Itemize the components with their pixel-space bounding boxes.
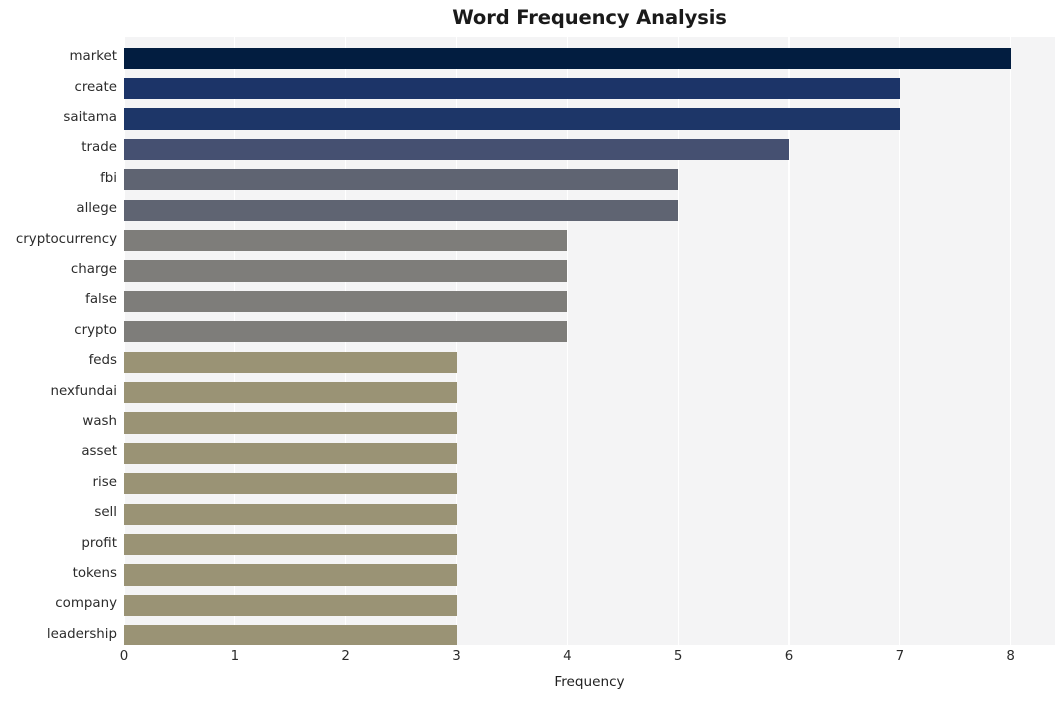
y-tick-label-crypto: crypto bbox=[74, 322, 117, 338]
bar-company bbox=[124, 594, 457, 617]
bar-trade bbox=[124, 138, 789, 161]
x-axis-tick-labels: 0 1 2 3 4 5 6 7 8 bbox=[0, 649, 1064, 671]
bar-row bbox=[124, 77, 1055, 100]
x-tick-label-7: 7 bbox=[895, 649, 905, 664]
bar-sell bbox=[124, 503, 457, 525]
bar-profit bbox=[124, 533, 457, 556]
bar-row bbox=[124, 199, 1055, 221]
y-tick-label-trade: trade bbox=[81, 140, 117, 156]
y-tick-label-tokens: tokens bbox=[72, 566, 117, 581]
x-tick-label-1: 1 bbox=[230, 649, 240, 664]
bar-row bbox=[124, 351, 1055, 373]
bar-row bbox=[124, 169, 1055, 191]
plot-area bbox=[124, 37, 1055, 645]
bar-row bbox=[124, 47, 1055, 69]
bar-row bbox=[124, 503, 1055, 525]
bar-row bbox=[124, 290, 1055, 313]
x-tick-label-8: 8 bbox=[1006, 649, 1015, 664]
x-tick-label-6: 6 bbox=[784, 649, 794, 664]
bar-allege bbox=[124, 199, 679, 221]
y-tick-label-charge: charge bbox=[70, 262, 117, 277]
bar-row bbox=[124, 229, 1055, 252]
y-tick-label-cryptocurrency: cryptocurrency bbox=[15, 231, 117, 247]
y-tick-label-feds: feds bbox=[88, 353, 117, 369]
bar-row bbox=[124, 442, 1055, 465]
y-tick-label-profit: profit bbox=[81, 535, 117, 551]
bar-row bbox=[124, 138, 1055, 161]
bar-row bbox=[124, 412, 1055, 434]
bar-cryptocurrency bbox=[124, 229, 568, 252]
y-tick-label-rise: rise bbox=[92, 474, 117, 490]
bar-row bbox=[124, 594, 1055, 617]
bar-row bbox=[124, 564, 1055, 586]
bar-row bbox=[124, 321, 1055, 343]
x-tick-label-5: 5 bbox=[673, 649, 683, 664]
bar-crypto bbox=[124, 321, 568, 343]
y-axis-tick-labels: market create saitama trade fbi allege cryptoc… bbox=[0, 37, 117, 645]
bar-row bbox=[124, 625, 1055, 645]
bar-create bbox=[124, 77, 900, 100]
y-tick-label-fbi: fbi bbox=[100, 170, 117, 186]
y-tick-label-sell: sell bbox=[94, 505, 117, 521]
bar-row bbox=[124, 381, 1055, 404]
bar-row bbox=[124, 108, 1055, 130]
y-tick-label-create: create bbox=[74, 79, 117, 95]
x-tick-label-3: 3 bbox=[452, 649, 461, 664]
bar-rise bbox=[124, 473, 457, 495]
bar-feds bbox=[124, 351, 457, 373]
bar-series bbox=[124, 37, 1055, 645]
bar-nexfundai bbox=[124, 381, 457, 404]
y-tick-label-nexfundai: nexfundai bbox=[50, 383, 117, 399]
bar-row bbox=[124, 260, 1055, 282]
chart-title: Word Frequency Analysis bbox=[452, 6, 727, 29]
bar-saitama bbox=[124, 108, 900, 130]
bar-false bbox=[124, 290, 568, 313]
y-tick-label-market: market bbox=[69, 49, 117, 65]
bar-asset bbox=[124, 442, 457, 465]
y-tick-label-saitama: saitama bbox=[63, 110, 117, 125]
bar-wash bbox=[124, 412, 457, 434]
bar-charge bbox=[124, 260, 568, 282]
x-tick-label-0: 0 bbox=[119, 649, 129, 664]
bar-row bbox=[124, 473, 1055, 495]
bar-row bbox=[124, 533, 1055, 556]
figure-canvas: Word Frequency Analysis market create sait… bbox=[0, 0, 1064, 701]
x-axis-label: Frequency bbox=[554, 674, 625, 690]
y-tick-label-allege: allege bbox=[76, 201, 117, 217]
bar-market bbox=[124, 47, 1011, 69]
y-tick-label-wash: wash bbox=[82, 414, 117, 429]
y-tick-label-leadership: leadership bbox=[46, 626, 117, 642]
y-tick-label-company: company bbox=[55, 596, 117, 612]
x-tick-label-2: 2 bbox=[341, 649, 350, 664]
bar-leadership bbox=[124, 625, 457, 645]
y-tick-label-asset: asset bbox=[81, 444, 117, 460]
y-tick-label-false: false bbox=[85, 292, 117, 308]
bar-tokens bbox=[124, 564, 457, 586]
bar-fbi bbox=[124, 169, 679, 191]
x-tick-label-4: 4 bbox=[563, 649, 572, 664]
